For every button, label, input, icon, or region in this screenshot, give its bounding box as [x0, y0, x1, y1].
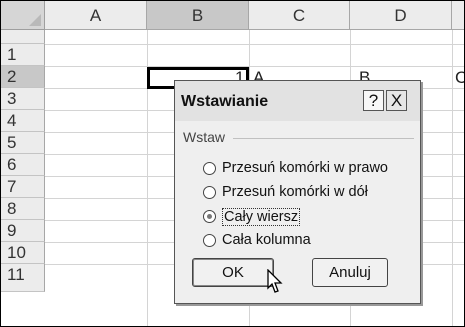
- option-shift-right-label: Przesuń komórki w prawo: [222, 160, 388, 176]
- select-all-triangle-icon: [29, 14, 41, 26]
- column-header-c[interactable]: C: [249, 1, 350, 30]
- spreadsheet: A B C D 1 2 3 4 5 6 7 8 9 10 11 1 A B C …: [0, 0, 465, 327]
- row-header-9[interactable]: 9: [1, 220, 45, 242]
- radio-shift-right[interactable]: [203, 162, 216, 175]
- grid-line: [45, 44, 464, 45]
- column-header-d[interactable]: D: [350, 1, 452, 30]
- help-button[interactable]: ?: [363, 90, 384, 111]
- row-header-11[interactable]: 11: [1, 264, 45, 292]
- column-header-b[interactable]: B: [147, 1, 249, 30]
- row-header-1[interactable]: 1: [1, 44, 45, 66]
- ok-button[interactable]: OK: [192, 258, 274, 287]
- row-header-5[interactable]: 5: [1, 132, 45, 154]
- row-header-3[interactable]: 3: [1, 88, 45, 110]
- option-shift-down-label: Przesuń komórki w dół: [222, 184, 368, 200]
- insert-dialog: Wstawianie ? X Wstaw Przesuń komórki w p…: [174, 80, 421, 304]
- mouse-pointer-icon: [267, 269, 283, 293]
- row-header-6[interactable]: 6: [1, 154, 45, 176]
- column-header-a[interactable]: A: [45, 1, 147, 30]
- grid-line: [452, 30, 453, 326]
- row-header-8[interactable]: 8: [1, 198, 45, 220]
- row-header-top-spacer: [1, 30, 45, 44]
- dialog-titlebar[interactable]: Wstawianie ? X: [175, 81, 420, 121]
- group-divider: [233, 138, 414, 139]
- column-header-e[interactable]: [452, 1, 464, 30]
- radio-entire-row[interactable]: [203, 210, 216, 223]
- close-button[interactable]: X: [386, 90, 407, 111]
- row-header-4[interactable]: 4: [1, 110, 45, 132]
- row-header-7[interactable]: 7: [1, 176, 45, 198]
- radio-entire-column[interactable]: [203, 234, 216, 247]
- select-all-corner[interactable]: [1, 1, 45, 30]
- radio-shift-down[interactable]: [203, 186, 216, 199]
- group-label: Wstaw: [183, 129, 229, 145]
- cancel-button[interactable]: Anuluj: [312, 258, 388, 287]
- row-header-2[interactable]: 2: [1, 66, 45, 88]
- row-header-10[interactable]: 10: [1, 242, 45, 264]
- option-entire-row-label: Cały wiersz: [222, 208, 301, 226]
- dialog-title: Wstawianie: [181, 93, 269, 110]
- cell-e2-value: C: [455, 67, 464, 89]
- option-entire-column-label: Cała kolumna: [222, 232, 311, 248]
